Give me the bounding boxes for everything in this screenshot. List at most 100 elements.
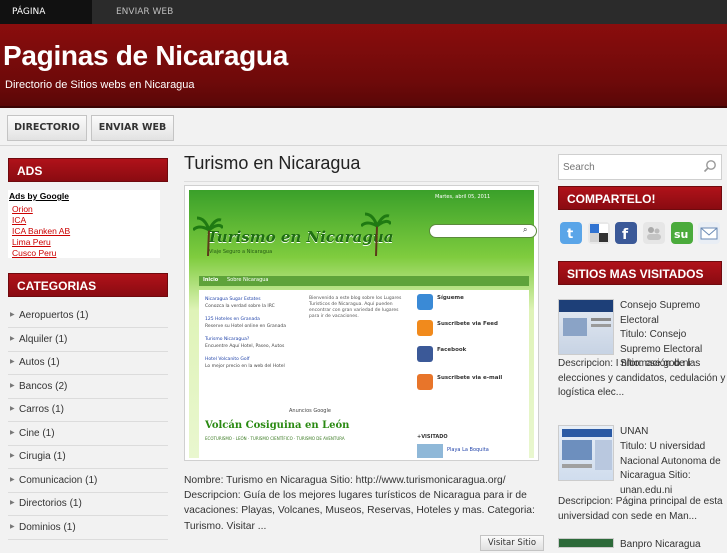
- enviar-web-button[interactable]: ENVIAR WEB: [91, 115, 174, 141]
- screenshot-menu-item: Sobre Nicaragua: [227, 277, 269, 283]
- arrow-right-icon: ▶: [10, 429, 15, 436]
- visit-site-button[interactable]: Visitar Sitio: [480, 535, 544, 551]
- screenshot-menu-item: Inicio: [203, 277, 219, 283]
- ad-link[interactable]: Orion: [12, 204, 33, 214]
- facebook-icon[interactable]: f: [615, 222, 637, 244]
- stumbleupon-icon[interactable]: su: [671, 222, 693, 244]
- screenshot-ad-link: 125 Hoteles en Granada: [205, 317, 260, 322]
- site-screenshot[interactable]: Martes, abril 05, 2011 Turismo en Nicara…: [184, 185, 539, 461]
- site-description: Directorio de Sitios webs en Nicaragua: [5, 79, 195, 91]
- screenshot-visited-item: Playa La Boquita: [447, 447, 489, 453]
- category-label: Aeropuertos (1): [19, 310, 89, 321]
- directorio-button[interactable]: DIRECTORIO: [7, 115, 87, 141]
- screenshot-visited-label: +VISITADO: [417, 434, 448, 440]
- ad-link[interactable]: ICA Banken AB: [12, 226, 70, 236]
- top-nav: PÁGINA PRINCIPAL ENVIAR WEB: [0, 0, 727, 41]
- arrow-right-icon: ▶: [10, 335, 15, 342]
- screenshot-feature: Volcán Cosiguina en León: [205, 420, 350, 431]
- screenshot-menu: Inicio Sobre Nicaragua: [199, 276, 529, 286]
- category-item[interactable]: ▶ Cirugia (1): [8, 446, 168, 469]
- site-thumbnail[interactable]: [558, 538, 614, 548]
- category-item[interactable]: ▶ Aeropuertos (1): [8, 305, 168, 328]
- screenshot-side-item: Suscribete via e-mail: [437, 375, 503, 381]
- ad-link[interactable]: Cusco Peru: [12, 248, 56, 258]
- visited-title[interactable]: Banpro Nicaragua: [620, 538, 722, 553]
- screenshot-feature-tags: ECOTURISMO · LEÓN · TURISMO CIENTÍFICO ·…: [205, 436, 345, 441]
- screenshot-facebook-icon: [417, 346, 433, 362]
- svg-text:f: f: [622, 227, 629, 243]
- visited-title[interactable]: Consejo Supremo Electoral: [620, 299, 722, 328]
- category-item[interactable]: ▶ Directorios (1): [8, 493, 168, 516]
- arrow-right-icon: ▶: [10, 359, 15, 365]
- arrow-right-icon: ▶: [10, 312, 15, 318]
- screenshot-search: [429, 224, 537, 238]
- delicious-icon[interactable]: [588, 222, 610, 244]
- category-item[interactable]: ▶ Autos (1): [8, 352, 168, 375]
- ad-link[interactable]: Lima Peru: [12, 237, 51, 247]
- search-input[interactable]: [563, 160, 703, 175]
- ads-box: Ads by Google Orion ICA ICA Banken AB Li…: [8, 190, 160, 258]
- category-label: Comunicacion (1): [19, 474, 98, 486]
- screenshot-ad-list: Nicaragua Sugar Estates Conozca la verda…: [205, 296, 305, 370]
- sub-nav: DIRECTORIO ENVIAR WEB: [0, 110, 727, 146]
- category-item[interactable]: ▶ Comunicacion (1): [8, 470, 168, 493]
- category-item[interactable]: ▶ Bancos (2): [8, 376, 168, 399]
- screenshot-ad-link: Hotel Volcanito Golf: [205, 357, 250, 362]
- site-header: Paginas de Nicaragua Directorio de Sitio…: [0, 24, 727, 108]
- category-label: Carros (1): [19, 404, 65, 415]
- palm-tree-icon: [361, 212, 391, 256]
- screenshot-side-item: Facebook: [437, 347, 467, 353]
- post-title[interactable]: Turismo en Nicaragua: [184, 153, 360, 174]
- category-label: Directorios (1): [19, 498, 82, 509]
- arrow-right-icon: ▶: [10, 453, 15, 459]
- visited-title[interactable]: UNAN: [620, 425, 722, 440]
- categories-heading: CATEGORIAS: [8, 273, 168, 297]
- svg-text:su: su: [674, 228, 688, 241]
- screenshot-email-icon: [417, 374, 433, 390]
- visited-subtitle: Titulo: U niversidad Nacional Autonoma d…: [620, 441, 721, 496]
- share-heading: COMPARTELO!: [558, 186, 722, 210]
- arrow-right-icon: ▶: [10, 406, 15, 412]
- palm-tree-icon: [193, 216, 223, 256]
- arrow-right-icon: ▶: [10, 523, 15, 530]
- visited-description: Descripcion: Página principal de esta un…: [558, 496, 723, 522]
- visited-heading: SITIOS MAS VISITADOS: [558, 261, 722, 285]
- screenshot-ads-label: Anuncios Google: [289, 408, 331, 414]
- site-thumbnail[interactable]: [558, 299, 614, 355]
- nav-pagina-principal[interactable]: PÁGINA PRINCIPAL: [0, 0, 92, 41]
- screenshot-banner: Turismo en Nicaragua Viaje Seguro a Nica…: [193, 212, 537, 270]
- category-label: Dominios (1): [19, 521, 76, 533]
- arrow-right-icon: ▶: [10, 500, 15, 506]
- search-box: [558, 154, 722, 180]
- arrow-right-icon: ▶: [10, 476, 15, 483]
- category-label: Cine (1): [19, 427, 55, 439]
- search-icon[interactable]: [703, 159, 717, 173]
- screenshot-side-item: Suscribete via Feed: [437, 321, 498, 327]
- screenshot-ad-link: Turismo Nicaragua?: [205, 337, 250, 342]
- screenshot-intro: Bienvenido a este blog sobre los Lugares…: [309, 296, 402, 319]
- screenshot-side-item: Sígueme: [437, 295, 464, 301]
- screenshot-date: Martes, abril 05, 2011: [435, 194, 491, 200]
- myspace-icon[interactable]: [643, 222, 665, 244]
- ad-link[interactable]: ICA: [12, 215, 26, 225]
- category-item[interactable]: ▶ Cine (1): [8, 423, 168, 446]
- category-label: Autos (1): [19, 357, 60, 368]
- category-item[interactable]: ▶ Dominios (1): [8, 517, 168, 540]
- svg-text:t: t: [567, 227, 573, 242]
- arrow-right-icon: ▶: [10, 382, 15, 389]
- ads-by-google-link[interactable]: Ads by Google: [9, 191, 69, 201]
- twitter-icon[interactable]: t: [560, 222, 582, 244]
- category-item[interactable]: ▶ Carros (1): [8, 399, 168, 422]
- site-thumbnail[interactable]: [558, 425, 614, 481]
- divider: [184, 181, 539, 182]
- visited-description: Descripcion: I nformación de las eleccio…: [558, 358, 726, 398]
- email-icon[interactable]: [698, 222, 720, 244]
- category-item[interactable]: ▶ Alquiler (1): [8, 329, 168, 352]
- screenshot-twitter-icon: [417, 294, 433, 310]
- ads-heading: ADS: [8, 158, 168, 182]
- category-label: Bancos (2): [19, 380, 68, 392]
- category-label: Alquiler (1): [19, 333, 68, 345]
- nav-enviar-web[interactable]: ENVIAR WEB: [110, 0, 179, 24]
- screenshot-rss-icon: [417, 320, 433, 336]
- site-title[interactable]: Paginas de Nicaragua: [3, 40, 288, 72]
